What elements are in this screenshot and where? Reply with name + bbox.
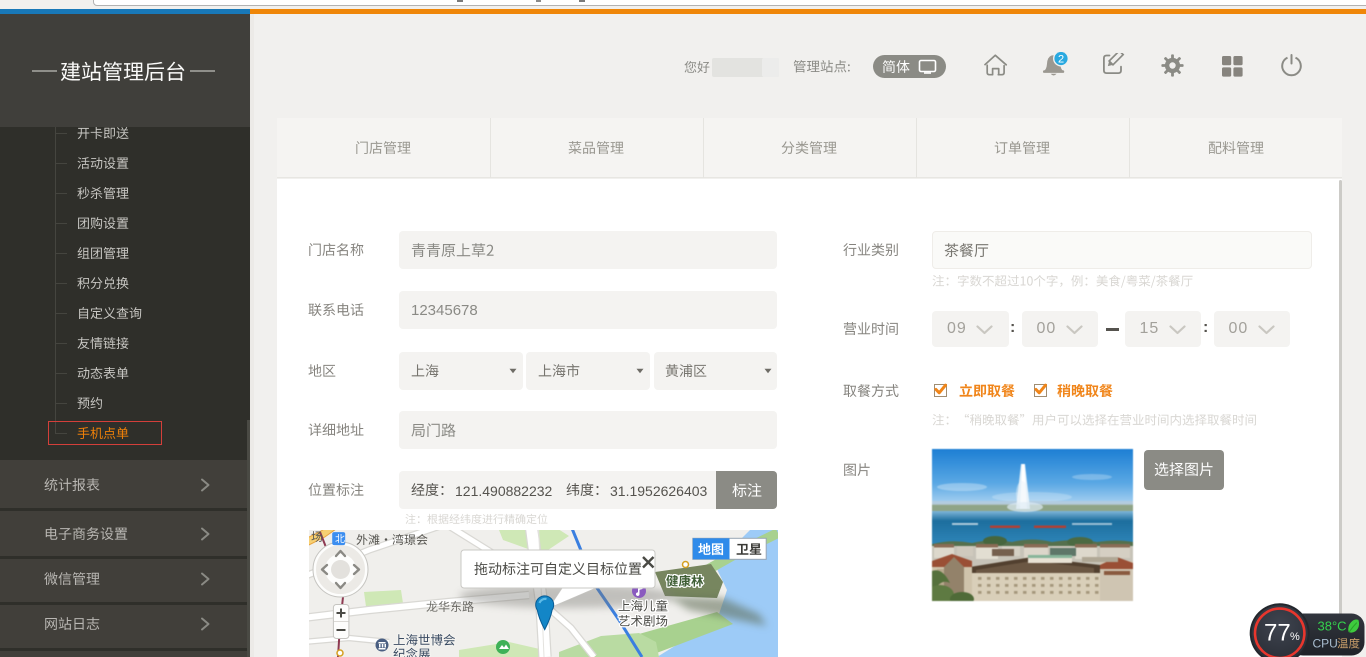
svg-text:%: % [1290, 631, 1300, 643]
svg-text:38°C: 38°C [1318, 619, 1347, 634]
svg-text:CPU: CPU [1313, 636, 1338, 650]
svg-text:77: 77 [1264, 620, 1291, 647]
svg-text:2: 2 [1058, 53, 1064, 65]
